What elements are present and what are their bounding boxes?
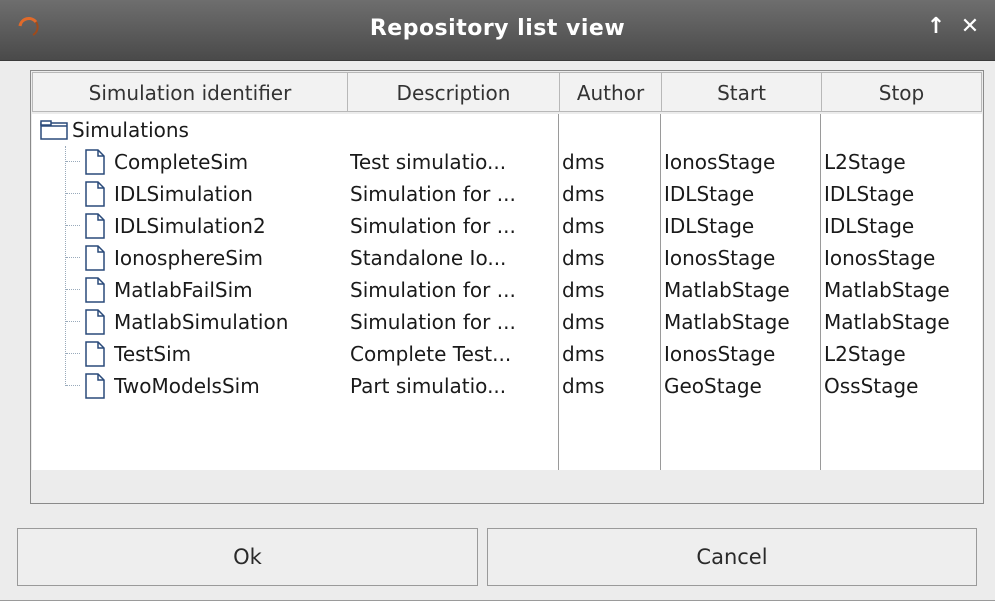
description-cell: Test simulatio... xyxy=(350,150,507,174)
tree-branch xyxy=(66,225,80,226)
simulation-id-cell: IDLSimulation2 xyxy=(114,214,266,238)
column-header-simulation-identifier[interactable]: Simulation identifier xyxy=(32,72,348,112)
start-cell: IonosStage xyxy=(664,150,776,174)
description-cell: Part simulatio... xyxy=(350,374,507,398)
tree-root-label: Simulations xyxy=(72,118,189,142)
cancel-button[interactable]: Cancel xyxy=(487,528,977,586)
start-cell: IonosStage xyxy=(664,246,776,270)
ok-button[interactable]: Ok xyxy=(17,528,478,586)
start-cell: GeoStage xyxy=(664,374,762,398)
author-cell: dms xyxy=(562,150,605,174)
document-icon xyxy=(85,341,105,367)
stop-cell: L2Stage xyxy=(824,342,906,366)
window-title: Repository list view xyxy=(369,16,626,41)
table-row[interactable]: TestSim Complete Test... dms IonosStage … xyxy=(32,338,982,370)
author-cell: dms xyxy=(562,278,605,302)
document-icon xyxy=(85,309,105,335)
close-icon[interactable]: ✕ xyxy=(958,14,982,40)
column-header-start[interactable]: Start xyxy=(662,72,822,112)
stop-cell: MatlabStage xyxy=(824,310,950,334)
simulation-id-cell: CompleteSim xyxy=(114,150,249,174)
description-cell: Complete Test... xyxy=(350,342,512,366)
author-cell: dms xyxy=(562,182,605,206)
author-cell: dms xyxy=(562,310,605,334)
document-icon xyxy=(85,245,105,271)
start-cell: MatlabStage xyxy=(664,310,790,334)
description-cell: Standalone Io... xyxy=(350,246,507,270)
stop-cell: MatlabStage xyxy=(824,278,950,302)
simulation-id-cell: IDLSimulation xyxy=(114,182,253,206)
start-cell: IDLStage xyxy=(664,182,755,206)
document-icon xyxy=(85,181,105,207)
simulation-tree-table[interactable]: Simulation identifier Description Author… xyxy=(30,70,984,504)
description-cell: Simulation for ... xyxy=(350,182,516,206)
author-cell: dms xyxy=(562,342,605,366)
author-cell: dms xyxy=(562,374,605,398)
column-header-description[interactable]: Description xyxy=(348,72,560,112)
document-icon xyxy=(85,149,105,175)
title-bar[interactable]: Repository list view ↑ ✕ xyxy=(0,0,995,61)
folder-icon xyxy=(40,120,68,140)
table-row[interactable]: TwoModelsSim Part simulatio... dms GeoSt… xyxy=(32,370,982,402)
table-body: Simulations CompleteSim Test simulatio..… xyxy=(32,114,982,470)
start-cell: IDLStage xyxy=(664,214,755,238)
tree-branch xyxy=(66,353,80,354)
stop-cell: L2Stage xyxy=(824,150,906,174)
tree-root-row[interactable]: Simulations xyxy=(32,114,982,146)
start-cell: MatlabStage xyxy=(664,278,790,302)
simulation-id-cell: TwoModelsSim xyxy=(114,374,260,398)
column-header-stop[interactable]: Stop xyxy=(822,72,982,112)
tree-branch xyxy=(66,161,80,162)
column-header-author[interactable]: Author xyxy=(560,72,662,112)
description-cell: Simulation for ... xyxy=(350,310,516,334)
description-cell: Simulation for ... xyxy=(350,214,516,238)
description-cell: Simulation for ... xyxy=(350,278,516,302)
tree-branch xyxy=(66,289,80,290)
stop-cell: IonosStage xyxy=(824,246,936,270)
table-row[interactable]: IonosphereSim Standalone Io... dms Ionos… xyxy=(32,242,982,274)
simulation-id-cell: IonosphereSim xyxy=(114,246,263,270)
start-cell: IonosStage xyxy=(664,342,776,366)
document-icon xyxy=(85,213,105,239)
stop-cell: OssStage xyxy=(824,374,919,398)
simulation-id-cell: MatlabFailSim xyxy=(114,278,253,302)
simulation-id-cell: MatlabSimulation xyxy=(114,310,289,334)
table-row[interactable]: MatlabSimulation Simulation for ... dms … xyxy=(32,306,982,338)
tree-branch xyxy=(66,321,80,322)
document-icon xyxy=(85,373,105,399)
stop-cell: IDLStage xyxy=(824,214,915,238)
table-row[interactable]: MatlabFailSim Simulation for ... dms Mat… xyxy=(32,274,982,306)
tree-branch xyxy=(66,193,80,194)
tree-branch xyxy=(66,257,80,258)
stop-cell: IDLStage xyxy=(824,182,915,206)
repository-list-window: Repository list view ↑ ✕ Simulation iden… xyxy=(0,0,995,601)
author-cell: dms xyxy=(562,246,605,270)
tree-branch xyxy=(66,385,80,386)
table-row[interactable]: IDLSimulation2 Simulation for ... dms ID… xyxy=(32,210,982,242)
table-row[interactable]: CompleteSim Test simulatio... dms IonosS… xyxy=(32,146,982,178)
document-icon xyxy=(85,277,105,303)
table-header: Simulation identifier Description Author… xyxy=(32,72,982,114)
maximize-up-icon[interactable]: ↑ xyxy=(924,14,948,40)
simulation-id-cell: TestSim xyxy=(114,342,192,366)
author-cell: dms xyxy=(562,214,605,238)
table-row[interactable]: IDLSimulation Simulation for ... dms IDL… xyxy=(32,178,982,210)
